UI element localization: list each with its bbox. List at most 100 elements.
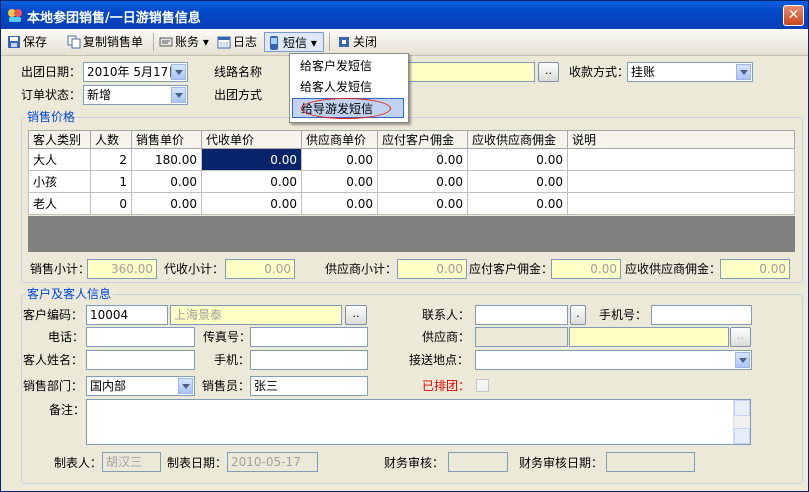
customer-name-field: 上海景泰 — [170, 305, 342, 325]
table-cell[interactable]: 老人 — [28, 192, 91, 215]
table-row[interactable]: 老人 0 0.00 0.00 0.00 0.00 0.00 — [28, 192, 795, 215]
table-cell[interactable]: 0.00 — [301, 148, 378, 171]
payment-method-select[interactable]: 挂账 — [627, 62, 753, 82]
tour-mode-label: 出团方式 — [214, 88, 263, 102]
chevron-down-icon[interactable] — [171, 64, 186, 80]
guest-name-label: 客人姓名： — [23, 353, 84, 367]
phone-input[interactable] — [86, 327, 195, 347]
creator-field: 胡汉三 — [102, 452, 161, 472]
customer-commission-label: 应付客户佣金： — [469, 262, 554, 276]
guest-name-input[interactable] — [86, 350, 195, 370]
sales-price-title: 销售价格 — [25, 110, 78, 124]
highlight-ellipse — [301, 98, 391, 119]
sms-dropdown-menu: 给客户发短信 给客人发短信 给导游发短信 — [289, 53, 409, 123]
grid-empty-area — [28, 216, 795, 252]
chevron-down-icon[interactable] — [178, 378, 193, 394]
contact-browse-button[interactable]: . — [570, 305, 586, 325]
table-cell[interactable]: 0.00 — [467, 170, 568, 193]
table-cell[interactable]: 0.00 — [301, 170, 378, 193]
table-cell[interactable]: 大人 — [28, 148, 91, 171]
table-row[interactable]: 大人 2 180.00 0.00 0.00 0.00 0.00 — [28, 148, 795, 171]
table-cell[interactable]: 小孩 — [28, 170, 91, 193]
table-cell[interactable]: 0.00 — [377, 148, 468, 171]
cell-input[interactable] — [250, 350, 368, 370]
column-header[interactable]: 应付客户佣金 — [377, 130, 468, 149]
collect-subtotal-label: 代收小计： — [164, 262, 225, 276]
column-header[interactable]: 客人类别 — [28, 130, 91, 149]
toolbar-separator — [153, 33, 154, 51]
create-date-label: 制表日期： — [167, 456, 228, 470]
finance-audit-field — [448, 452, 508, 472]
route-browse-button[interactable]: .. — [538, 62, 559, 82]
chevron-down-icon[interactable] — [736, 64, 751, 80]
table-cell[interactable] — [567, 170, 795, 193]
supplier-commission-label: 应收供应商佣金： — [625, 262, 722, 276]
column-header[interactable]: 销售单价 — [131, 130, 202, 149]
table-cell[interactable]: 0.00 — [201, 192, 302, 215]
sales-dept-label: 销售部门： — [23, 379, 84, 393]
grouped-label: 已排团： — [422, 379, 471, 393]
chevron-down-icon[interactable] — [171, 87, 186, 103]
column-header[interactable]: 人数 — [90, 130, 132, 149]
table-cell-selected[interactable]: 0.00 — [201, 148, 302, 171]
table-cell[interactable] — [567, 148, 795, 171]
scroll-down-icon[interactable] — [734, 428, 750, 444]
log-button[interactable]: 日志 — [217, 32, 257, 52]
customer-browse-button[interactable]: .. — [345, 305, 367, 325]
copy-order-button[interactable]: 复制销售单 — [67, 32, 143, 52]
contact-label: 联系人： — [422, 308, 471, 322]
remark-textarea[interactable] — [86, 399, 751, 445]
route-name-input[interactable] — [405, 62, 535, 82]
table-cell[interactable]: 0.00 — [467, 148, 568, 171]
mobile-number-input[interactable] — [651, 305, 752, 325]
column-header[interactable]: 应收供应商佣金 — [467, 130, 568, 149]
column-header[interactable]: 代收单价 — [201, 130, 302, 149]
table-cell[interactable]: 0.00 — [131, 170, 202, 193]
phone-label: 电话： — [48, 330, 85, 344]
table-cell[interactable] — [567, 192, 795, 215]
table-cell[interactable]: 0.00 — [301, 192, 378, 215]
table-cell[interactable]: 0.00 — [201, 170, 302, 193]
customer-info-title: 客户及客人信息 — [25, 287, 114, 301]
sms-button[interactable]: 短信 ▾ — [264, 32, 324, 52]
salesman-input[interactable]: 张三 — [250, 376, 368, 396]
table-cell[interactable]: 1 — [90, 170, 132, 193]
remark-scrollbar[interactable] — [733, 400, 750, 444]
supplier-name-field — [569, 327, 729, 347]
save-button[interactable]: 保存 — [7, 32, 47, 52]
sales-dept-select[interactable]: 国内部 — [86, 376, 195, 396]
menu-item-sms-customer[interactable]: 给客户发短信 — [292, 56, 404, 76]
scroll-up-icon[interactable] — [734, 400, 750, 416]
customer-code-input[interactable]: 10004 — [86, 305, 168, 325]
window-close-button[interactable]: ✕ — [783, 5, 804, 26]
table-cell[interactable]: 0.00 — [377, 192, 468, 215]
table-cell[interactable]: 0.00 — [131, 192, 202, 215]
contact-input[interactable] — [475, 305, 568, 325]
table-cell[interactable]: 0 — [90, 192, 132, 215]
table-cell[interactable]: 180.00 — [131, 148, 202, 171]
close-button[interactable]: 关闭 — [337, 32, 377, 52]
fax-input[interactable] — [250, 327, 368, 347]
supplier-browse-button[interactable]: .. — [730, 327, 751, 347]
menu-item-sms-guest[interactable]: 给客人发短信 — [292, 77, 404, 97]
table-cell[interactable]: 2 — [90, 148, 132, 171]
accounts-button[interactable]: 账务 ▾ — [159, 32, 209, 52]
customer-commission-field: 0.00 — [551, 259, 621, 279]
mobile-phone-icon — [270, 36, 278, 50]
table-cell[interactable]: 0.00 — [377, 170, 468, 193]
grouped-checkbox[interactable] — [476, 379, 489, 392]
menu-item-sms-guide[interactable]: 给导游发短信 — [292, 98, 404, 119]
pickup-location-select[interactable] — [475, 350, 752, 370]
table-row[interactable]: 小孩 1 0.00 0.00 0.00 0.00 0.00 — [28, 170, 795, 193]
table-cell[interactable]: 0.00 — [467, 192, 568, 215]
column-header[interactable]: 说明 — [567, 130, 795, 149]
order-status-select[interactable]: 新增 — [83, 85, 188, 105]
order-status-label: 订单状态： — [21, 88, 82, 102]
save-icon — [8, 36, 20, 48]
column-header[interactable]: 供应商单价 — [301, 130, 378, 149]
chevron-down-icon[interactable] — [735, 352, 750, 368]
remark-label: 备注： — [49, 403, 86, 417]
tour-date-picker[interactable]: 2010年 5月17日 — [83, 62, 188, 82]
route-name-label: 线路名称 — [214, 65, 263, 79]
toolbar: 保存 复制销售单 账务 ▾ 日志 短信 ▾ 关闭 — [1, 29, 808, 56]
